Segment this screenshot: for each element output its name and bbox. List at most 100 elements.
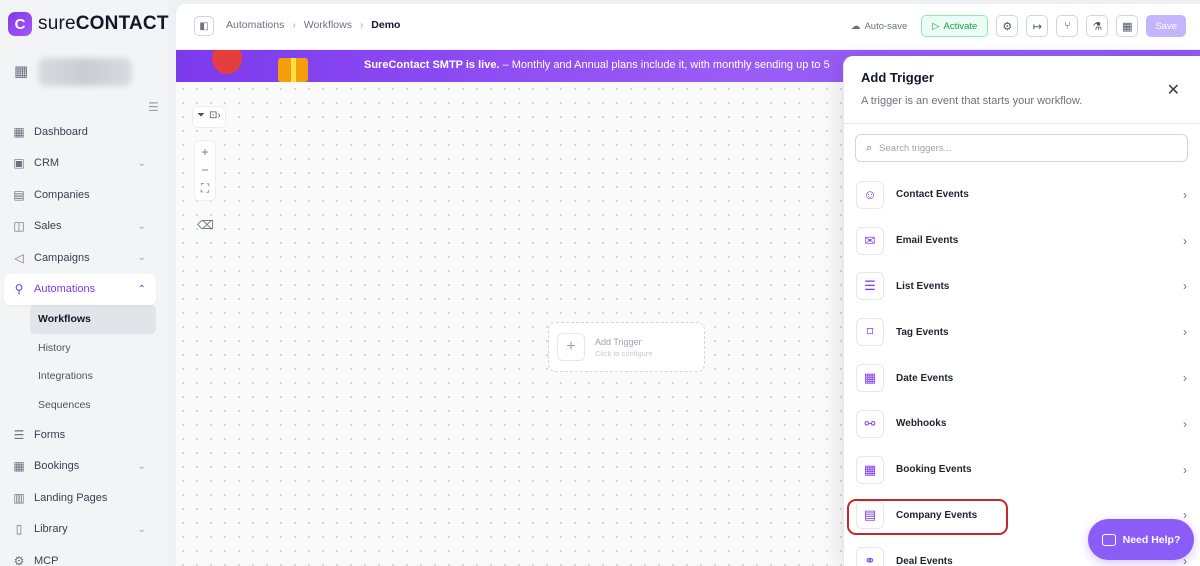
trigger-booking-events[interactable]: ▦ Booking Events › (844, 447, 1200, 493)
add-trigger-node[interactable]: + Add Trigger Click to configure (548, 322, 705, 372)
grid-icon: ▦ (13, 124, 25, 139)
sidebar-item-forms[interactable]: ☰ Forms (4, 419, 156, 451)
calendar-icon: ▦ (856, 364, 884, 393)
need-help-label: Need Help? (1122, 533, 1181, 546)
calendar-icon: ▦ (856, 455, 884, 484)
tag-icon: ⌑ (856, 318, 884, 347)
autosave-label: Auto-save (864, 20, 908, 32)
webhook-icon: ⚯ (856, 409, 884, 438)
trigger-contact-events[interactable]: ☺ Contact Events › (844, 172, 1200, 218)
save-button[interactable]: Save (1146, 15, 1186, 37)
activate-button[interactable]: ▷ Activate (921, 15, 989, 37)
sidebar-item-sales[interactable]: ◫ Sales ⌄ (4, 211, 156, 243)
chevron-right-icon: › (1183, 325, 1187, 340)
sidebar-toggle-icon[interactable]: ◧ (194, 16, 214, 36)
organization-switcher[interactable]: ▦ (14, 58, 132, 86)
sidebar-item-label: Landing Pages (34, 491, 108, 504)
chat-icon (1101, 533, 1116, 546)
toggle-view-icon[interactable]: ⊡› (209, 110, 221, 124)
eraser-icon[interactable]: ⌫ (197, 218, 214, 232)
add-trigger-node-subtitle: Click to configure (595, 348, 653, 358)
trigger-label: Company Events (896, 509, 978, 521)
sidebar-item-label: Companies (34, 188, 90, 201)
trigger-list: ☺ Contact Events › ✉ Email Events › ☰ Li… (844, 172, 1200, 566)
mcp-icon: ⚙ (13, 553, 25, 566)
chevron-right-icon: › (1183, 279, 1187, 294)
chevron-down-icon: ⌄ (137, 220, 146, 232)
sidebar-item-automations[interactable]: ⚲ Automations ⌃ (4, 273, 156, 305)
briefcase-icon: ◫ (13, 219, 25, 234)
sidebar-item-label: Forms (34, 428, 66, 441)
sidebar-item-dashboard[interactable]: ▦ Dashboard (4, 116, 156, 148)
sidebar-item-companies[interactable]: ▤ Companies (4, 179, 156, 211)
fit-view-icon[interactable]: ⛶ (201, 181, 209, 196)
sidebar-item-label: Automations (34, 283, 96, 296)
trigger-tag-events[interactable]: ⌑ Tag Events › (844, 309, 1200, 355)
sidebar-item-mcp[interactable]: ⚙ MCP (4, 545, 156, 566)
close-icon[interactable]: ✕ (1167, 80, 1180, 100)
trigger-list-events[interactable]: ☰ List Events › (844, 264, 1200, 310)
zoom-in-icon[interactable]: + (201, 145, 208, 159)
sidebar-item-label: MCP (34, 554, 59, 566)
zoom-out-icon[interactable]: − (201, 163, 208, 177)
trigger-label: Email Events (896, 235, 959, 247)
sidebar-subitem-workflows[interactable]: Workflows (30, 305, 156, 334)
trigger-label: Date Events (896, 372, 954, 384)
toolbar-actions: ☁ Auto-save ▷ Activate ⚙ ↦ ⑂ ⚗ ▦ Save (851, 15, 1186, 37)
autosave-status[interactable]: ☁ Auto-save (851, 21, 907, 32)
sidebar-subitem-history[interactable]: History (30, 334, 156, 363)
add-trigger-node-title: Add Trigger (595, 336, 642, 347)
sidebar-subitem-sequences[interactable]: Sequences (30, 391, 156, 420)
trigger-label: Webhooks (896, 418, 947, 430)
activate-label: Activate (943, 20, 978, 32)
chevron-down-icon: ⌄ (137, 523, 146, 535)
panel-title: Add Trigger (861, 70, 934, 85)
top-bar: ◧ Automations › Workflows › Demo ☁ Auto-… (176, 4, 1200, 50)
breadcrumb-automations[interactable]: Automations (226, 19, 284, 31)
chevron-right-icon: › (1183, 508, 1187, 523)
canvas-mode-toolbar: ⏷ ⊡› (192, 106, 226, 128)
calendar-log-icon[interactable]: ▦ (1116, 15, 1139, 37)
sidebar-item-library[interactable]: ▯ Library ⌄ (4, 514, 156, 546)
megaphone-icon: ◁ (14, 250, 24, 265)
settings-gear-icon[interactable]: ⚙ (996, 15, 1019, 37)
sidebar-collapse-icon[interactable]: ☰ (148, 100, 159, 114)
trigger-webhooks[interactable]: ⚯ Webhooks › (844, 401, 1200, 447)
chevron-down-icon: ⌄ (137, 252, 146, 264)
search-input[interactable] (879, 142, 1170, 154)
breadcrumb-workflows[interactable]: Workflows (304, 19, 352, 31)
exit-icon[interactable]: ↦ (1026, 15, 1049, 37)
chevron-right-icon: › (359, 19, 364, 31)
chevron-right-icon: › (1183, 462, 1187, 477)
branch-icon[interactable]: ⑂ (1056, 15, 1079, 37)
organization-name-blurred (38, 58, 132, 86)
sidebar-subitem-integrations[interactable]: Integrations (30, 362, 156, 391)
sidebar-item-landing-pages[interactable]: ▥ Landing Pages (4, 482, 156, 514)
trigger-search: ⌕ (855, 134, 1188, 162)
add-trigger-node-text: Add Trigger Click to configure (595, 337, 653, 358)
chevron-up-icon: ⌃ (137, 283, 146, 295)
chevron-right-icon: › (1183, 416, 1187, 431)
chevron-right-icon: › (1183, 233, 1187, 248)
filter-icon[interactable]: ⏷ (197, 110, 205, 124)
sidebar-item-label: Sales (34, 220, 62, 233)
trigger-label: Contact Events (896, 189, 969, 201)
building-icon: ▦ (14, 63, 29, 80)
test-flask-icon[interactable]: ⚗ (1086, 15, 1109, 37)
panel-description: A trigger is an event that starts your w… (861, 95, 1083, 107)
trigger-date-events[interactable]: ▦ Date Events › (844, 355, 1200, 401)
sidebar-item-bookings[interactable]: ▦ Bookings ⌄ (4, 451, 156, 483)
app-logo[interactable]: C sureCONTACT (8, 12, 169, 36)
chevron-down-icon: ⌄ (137, 157, 146, 169)
trigger-email-events[interactable]: ✉ Email Events › (844, 218, 1200, 264)
banner-text: SureContact SMTP is live. – Monthly and … (364, 59, 830, 71)
list-icon: ☰ (856, 272, 884, 301)
breadcrumb-current: Demo (371, 19, 401, 31)
need-help-button[interactable]: Need Help? (1088, 519, 1194, 560)
sidebar-item-crm[interactable]: ▣ CRM ⌄ (4, 148, 156, 180)
plus-icon: + (557, 333, 585, 361)
banner-message: – Monthly and Annual plans include it, w… (499, 59, 830, 71)
add-trigger-panel: Add Trigger A trigger is an event that s… (843, 56, 1200, 566)
sidebar-item-campaigns[interactable]: ◁ Campaigns ⌄ (4, 242, 156, 274)
sidebar: C sureCONTACT ▦ ☰ ▦ Dashboard ▣ CRM ⌄ ▤ … (0, 0, 168, 566)
